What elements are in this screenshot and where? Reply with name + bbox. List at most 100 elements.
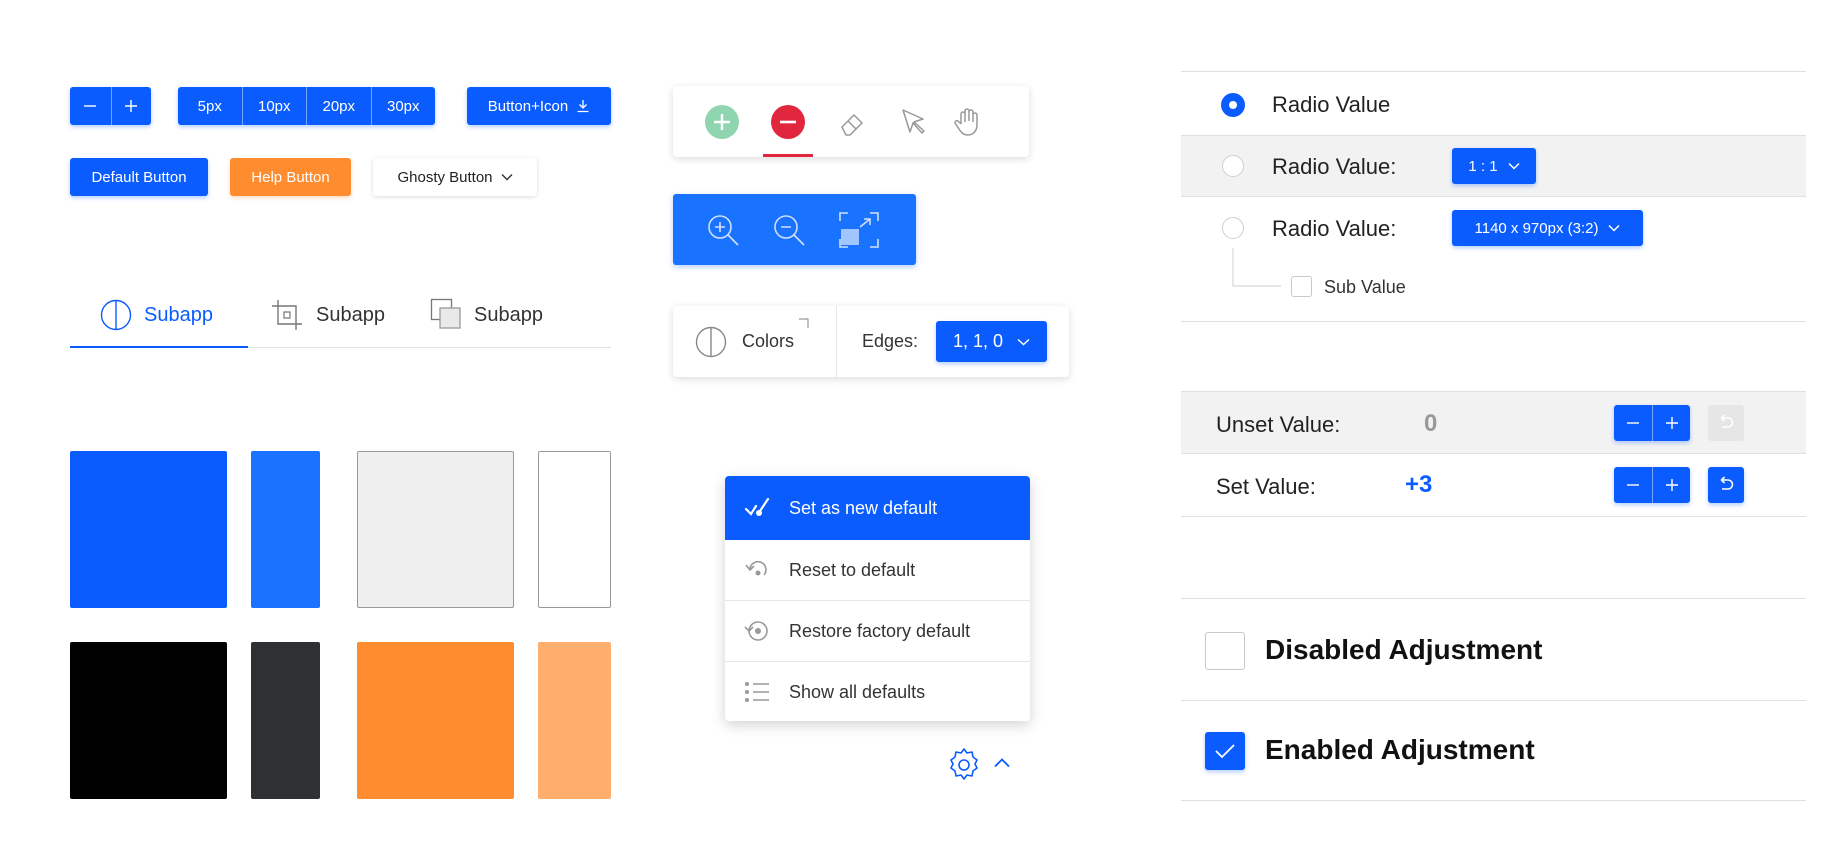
edges-value: 1, 1, 0 [952,331,1004,351]
radio-2-label: Radio Value: [1272,154,1397,179]
swatch-black [70,642,227,799]
add-tool-button[interactable] [697,86,747,157]
tab-label: Subapp [316,303,385,326]
ratio-value: 1 : 1 [1468,157,1498,175]
fit-to-screen-button[interactable] [837,210,881,250]
menu-item-show-all[interactable]: Show all defaults [725,662,1030,721]
divider [1181,800,1806,801]
set-plus-button[interactable] [1652,467,1690,503]
menu-item-label: Reset to default [789,559,916,580]
help-button[interactable]: Help Button [230,158,351,196]
minus-button[interactable] [70,87,111,125]
button-with-icon[interactable]: Button+Icon [467,87,611,125]
radio-2[interactable] [1222,155,1244,177]
fit-screen-icon [839,212,879,248]
history-icon [742,619,772,643]
disabled-adjustment-checkbox[interactable] [1205,632,1245,670]
collapse-menu-button[interactable] [992,753,1012,773]
size-20px-button[interactable]: 20px [306,87,371,125]
divider [1181,453,1806,454]
set-value: +3 [1405,471,1433,498]
gear-icon [950,748,978,780]
size-button-group: 5px 10px 20px 30px [178,87,435,125]
chevron-down-icon [1608,224,1621,232]
divider [1181,516,1806,517]
plus-circle-icon [705,104,739,139]
enabled-adjustment-label: Enabled Adjustment [1265,734,1535,765]
radio-1-label: Radio Value [1272,92,1391,117]
minus-icon [84,105,97,107]
colors-toggle[interactable] [695,326,727,358]
plus-button[interactable] [110,87,152,125]
plus-icon [125,100,138,112]
unset-reset-button[interactable] [1708,405,1744,441]
unset-minus-button[interactable] [1614,405,1652,441]
hand-icon [954,107,978,136]
chevron-down-icon [1017,338,1030,346]
settings-button[interactable] [944,745,984,785]
ghost-dropdown-button[interactable]: Ghosty Button [373,158,537,196]
zoom-in-button[interactable] [705,212,741,248]
tab-label: Subapp [474,303,543,326]
divider [1181,700,1806,701]
divider [1181,321,1806,322]
divider [1181,196,1806,197]
unset-plus-button[interactable] [1652,405,1690,441]
plus-icon [1665,479,1678,491]
swatch-orange [357,642,514,799]
resolution-select[interactable]: 1140 x 970px (3:2) [1452,210,1643,246]
tab-subapp-3[interactable]: Subapp [430,282,543,348]
tab-subapp-2[interactable]: Subapp [270,282,385,348]
active-tab-indicator [70,346,248,348]
minus-circle-icon [771,104,805,139]
divider [1181,598,1806,599]
plus-icon [1665,417,1678,429]
size-30px-button[interactable]: 30px [370,87,436,125]
resolution-value: 1140 x 970px (3:2) [1474,219,1599,237]
minus-icon [1627,484,1639,486]
eraser-tool-button[interactable] [828,86,878,157]
zoom-out-icon [774,215,805,246]
edges-select[interactable]: 1, 1, 0 [936,321,1047,362]
tree-connector [1232,248,1281,287]
radio-1[interactable] [1222,94,1244,116]
chevron-down-icon [1508,162,1520,170]
enabled-adjustment-checkbox[interactable] [1205,732,1245,770]
tab-subapp-1[interactable]: Subapp [100,282,213,348]
zoom-in-icon [708,215,739,246]
sub-value-checkbox[interactable] [1291,276,1312,297]
default-button[interactable]: Default Button [70,158,208,196]
set-value-label: Set Value: [1216,474,1316,499]
chevron-up-icon [994,758,1010,768]
unset-stepper [1614,405,1690,441]
pointer-tool-button[interactable] [889,86,939,157]
menu-item-restore-factory[interactable]: Restore factory default [725,601,1030,661]
layers-icon [430,298,461,329]
menu-item-set-default[interactable]: Set as new default [725,476,1030,540]
radio-3-label: Radio Value: [1272,216,1397,241]
subapp-tabs: Subapp Subapp Subapp [70,282,611,348]
zoom-out-button[interactable] [771,212,807,248]
set-minus-button[interactable] [1614,467,1652,503]
ratio-select[interactable]: 1 : 1 [1452,148,1536,184]
tool-panel [673,86,1029,157]
menu-item-label: Restore factory default [789,620,971,641]
hand-tool-button[interactable] [943,86,993,157]
minus-icon [1627,422,1639,424]
remove-tool-button[interactable] [763,86,813,157]
chevron-down-icon [501,174,513,181]
menu-item-reset-default[interactable]: Reset to default [725,540,1030,600]
pointer-icon [902,108,925,134]
set-reset-button[interactable] [1708,467,1744,503]
set-stepper [1614,467,1690,503]
swatch-white [538,451,611,608]
radio-3[interactable] [1222,217,1244,239]
swatch-blue [70,451,227,608]
size-5px-button[interactable]: 5px [178,87,242,125]
eraser-icon [841,113,863,136]
defaults-menu: Set as new default Reset to default Rest… [725,476,1030,721]
undo-icon [742,559,772,581]
size-10px-button[interactable]: 10px [241,87,307,125]
check-icon [1215,744,1235,759]
active-tool-indicator [763,154,813,157]
